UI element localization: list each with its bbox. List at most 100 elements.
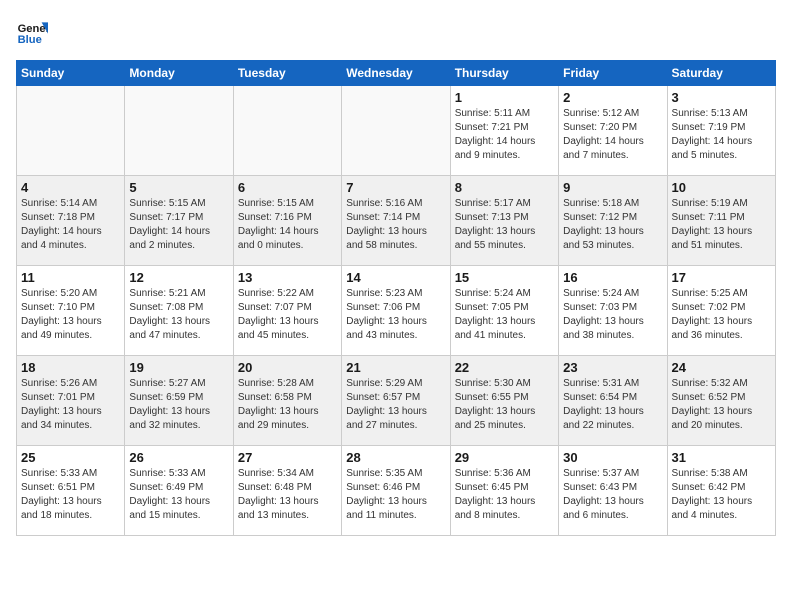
day-number: 26 xyxy=(129,450,228,465)
calendar-cell: 6Sunrise: 5:15 AM Sunset: 7:16 PM Daylig… xyxy=(233,176,341,266)
calendar-table: SundayMondayTuesdayWednesdayThursdayFrid… xyxy=(16,60,776,536)
day-info: Sunrise: 5:34 AM Sunset: 6:48 PM Dayligh… xyxy=(238,467,337,523)
calendar-cell: 4Sunrise: 5:14 AM Sunset: 7:18 PM Daylig… xyxy=(17,176,125,266)
calendar-header: SundayMondayTuesdayWednesdayThursdayFrid… xyxy=(17,61,776,86)
day-number: 31 xyxy=(672,450,771,465)
day-info: Sunrise: 5:21 AM Sunset: 7:08 PM Dayligh… xyxy=(129,287,228,343)
day-number: 27 xyxy=(238,450,337,465)
calendar-cell: 29 Sunrise: 5:36 AM Sunset: 6:45 PM Dayli… xyxy=(450,446,558,536)
day-number: 3 xyxy=(672,90,771,105)
day-number: 20 xyxy=(238,360,337,375)
calendar-cell xyxy=(17,86,125,176)
day-info: Sunrise: 5:22 AM Sunset: 7:07 PM Dayligh… xyxy=(238,287,337,343)
calendar-cell: 9 Sunrise: 5:18 AM Sunset: 7:12 PM Daylig… xyxy=(559,176,667,266)
calendar-cell: 24 Sunrise: 5:32 AM Sunset: 6:52 PM Dayli… xyxy=(667,356,775,446)
day-info: Sunrise: 5:13 AM Sunset: 7:19 PM Dayligh… xyxy=(672,107,771,163)
day-number: 2 xyxy=(563,90,662,105)
day-number: 14 xyxy=(346,270,445,285)
calendar-cell: 23 Sunrise: 5:31 AM Sunset: 6:54 PM Dayli… xyxy=(559,356,667,446)
calendar-cell: 10 Sunrise: 5:19 AM Sunset: 7:11 PM Dayli… xyxy=(667,176,775,266)
calendar-cell: 20 Sunrise: 5:28 AM Sunset: 6:58 PM Dayli… xyxy=(233,356,341,446)
weekday-header-monday: Monday xyxy=(125,61,233,86)
day-number: 21 xyxy=(346,360,445,375)
calendar-cell: 26 Sunrise: 5:33 AM Sunset: 6:49 PM Dayli… xyxy=(125,446,233,536)
day-info: Sunrise: 5:32 AM Sunset: 6:52 PM Dayligh… xyxy=(672,377,771,433)
calendar-cell xyxy=(342,86,450,176)
day-info: Sunrise: 5:28 AM Sunset: 6:58 PM Dayligh… xyxy=(238,377,337,433)
weekday-header-sunday: Sunday xyxy=(17,61,125,86)
weekday-header-friday: Friday xyxy=(559,61,667,86)
day-number: 24 xyxy=(672,360,771,375)
day-number: 12 xyxy=(129,270,228,285)
day-info: Sunrise: 5:17 AM Sunset: 7:13 PM Dayligh… xyxy=(455,197,554,253)
day-number: 29 xyxy=(455,450,554,465)
day-number: 10 xyxy=(672,180,771,195)
calendar-cell: 18 Sunrise: 5:26 AM Sunset: 7:01 PM Dayli… xyxy=(17,356,125,446)
day-info: Sunrise: 5:26 AM Sunset: 7:01 PM Dayligh… xyxy=(21,377,120,433)
calendar-cell: 1Sunrise: 5:11 AM Sunset: 7:21 PM Daylig… xyxy=(450,86,558,176)
day-info: Sunrise: 5:31 AM Sunset: 6:54 PM Dayligh… xyxy=(563,377,662,433)
day-number: 25 xyxy=(21,450,120,465)
weekday-header-saturday: Saturday xyxy=(667,61,775,86)
day-info: Sunrise: 5:16 AM Sunset: 7:14 PM Dayligh… xyxy=(346,197,445,253)
calendar-cell: 25 Sunrise: 5:33 AM Sunset: 6:51 PM Dayli… xyxy=(17,446,125,536)
day-info: Sunrise: 5:38 AM Sunset: 6:42 PM Dayligh… xyxy=(672,467,771,523)
day-number: 11 xyxy=(21,270,120,285)
calendar-cell: 3 Sunrise: 5:13 AM Sunset: 7:19 PM Daylig… xyxy=(667,86,775,176)
day-number: 23 xyxy=(563,360,662,375)
logo: General Blue xyxy=(16,16,48,48)
day-number: 4 xyxy=(21,180,120,195)
day-info: Sunrise: 5:33 AM Sunset: 6:49 PM Dayligh… xyxy=(129,467,228,523)
weekday-header-wednesday: Wednesday xyxy=(342,61,450,86)
day-info: Sunrise: 5:15 AM Sunset: 7:17 PM Dayligh… xyxy=(129,197,228,253)
weekday-header-thursday: Thursday xyxy=(450,61,558,86)
svg-text:Blue: Blue xyxy=(18,34,42,46)
day-number: 22 xyxy=(455,360,554,375)
day-info: Sunrise: 5:30 AM Sunset: 6:55 PM Dayligh… xyxy=(455,377,554,433)
day-info: Sunrise: 5:19 AM Sunset: 7:11 PM Dayligh… xyxy=(672,197,771,253)
day-number: 17 xyxy=(672,270,771,285)
page-header: General Blue xyxy=(16,16,776,48)
day-info: Sunrise: 5:18 AM Sunset: 7:12 PM Dayligh… xyxy=(563,197,662,253)
day-number: 16 xyxy=(563,270,662,285)
day-info: Sunrise: 5:37 AM Sunset: 6:43 PM Dayligh… xyxy=(563,467,662,523)
day-info: Sunrise: 5:24 AM Sunset: 7:05 PM Dayligh… xyxy=(455,287,554,343)
calendar-cell: 8 Sunrise: 5:17 AM Sunset: 7:13 PM Daylig… xyxy=(450,176,558,266)
day-number: 8 xyxy=(455,180,554,195)
calendar-cell: 19 Sunrise: 5:27 AM Sunset: 6:59 PM Dayli… xyxy=(125,356,233,446)
calendar-cell: 22 Sunrise: 5:30 AM Sunset: 6:55 PM Dayli… xyxy=(450,356,558,446)
day-info: Sunrise: 5:27 AM Sunset: 6:59 PM Dayligh… xyxy=(129,377,228,433)
calendar-cell: 28Sunrise: 5:35 AM Sunset: 6:46 PM Dayli… xyxy=(342,446,450,536)
logo-icon: General Blue xyxy=(16,16,48,48)
calendar-cell: 16Sunrise: 5:24 AM Sunset: 7:03 PM Dayli… xyxy=(559,266,667,356)
day-number: 7 xyxy=(346,180,445,195)
day-info: Sunrise: 5:33 AM Sunset: 6:51 PM Dayligh… xyxy=(21,467,120,523)
calendar-cell: 7 Sunrise: 5:16 AM Sunset: 7:14 PM Daylig… xyxy=(342,176,450,266)
calendar-cell: 12 Sunrise: 5:21 AM Sunset: 7:08 PM Dayli… xyxy=(125,266,233,356)
day-info: Sunrise: 5:36 AM Sunset: 6:45 PM Dayligh… xyxy=(455,467,554,523)
calendar-cell xyxy=(233,86,341,176)
day-number: 9 xyxy=(563,180,662,195)
calendar-cell xyxy=(125,86,233,176)
weekday-header-tuesday: Tuesday xyxy=(233,61,341,86)
calendar-cell: 2 Sunrise: 5:12 AM Sunset: 7:20 PM Daylig… xyxy=(559,86,667,176)
day-number: 15 xyxy=(455,270,554,285)
calendar-cell: 14Sunrise: 5:23 AM Sunset: 7:06 PM Dayli… xyxy=(342,266,450,356)
day-number: 28 xyxy=(346,450,445,465)
calendar-cell: 17Sunrise: 5:25 AM Sunset: 7:02 PM Dayli… xyxy=(667,266,775,356)
calendar-cell: 13 Sunrise: 5:22 AM Sunset: 7:07 PM Dayli… xyxy=(233,266,341,356)
day-number: 5 xyxy=(129,180,228,195)
calendar-cell: 15 Sunrise: 5:24 AM Sunset: 7:05 PM Dayli… xyxy=(450,266,558,356)
day-info: Sunrise: 5:11 AM Sunset: 7:21 PM Dayligh… xyxy=(455,107,554,163)
calendar-cell: 27 Sunrise: 5:34 AM Sunset: 6:48 PM Dayli… xyxy=(233,446,341,536)
day-number: 13 xyxy=(238,270,337,285)
day-number: 19 xyxy=(129,360,228,375)
day-number: 18 xyxy=(21,360,120,375)
calendar-cell: 11 Sunrise: 5:20 AM Sunset: 7:10 PM Dayli… xyxy=(17,266,125,356)
day-info: Sunrise: 5:20 AM Sunset: 7:10 PM Dayligh… xyxy=(21,287,120,343)
day-info: Sunrise: 5:15 AM Sunset: 7:16 PM Dayligh… xyxy=(238,197,337,253)
calendar-cell: 21 Sunrise: 5:29 AM Sunset: 6:57 PM Dayli… xyxy=(342,356,450,446)
day-info: Sunrise: 5:29 AM Sunset: 6:57 PM Dayligh… xyxy=(346,377,445,433)
day-info: Sunrise: 5:12 AM Sunset: 7:20 PM Dayligh… xyxy=(563,107,662,163)
calendar-cell: 5 Sunrise: 5:15 AM Sunset: 7:17 PM Daylig… xyxy=(125,176,233,266)
